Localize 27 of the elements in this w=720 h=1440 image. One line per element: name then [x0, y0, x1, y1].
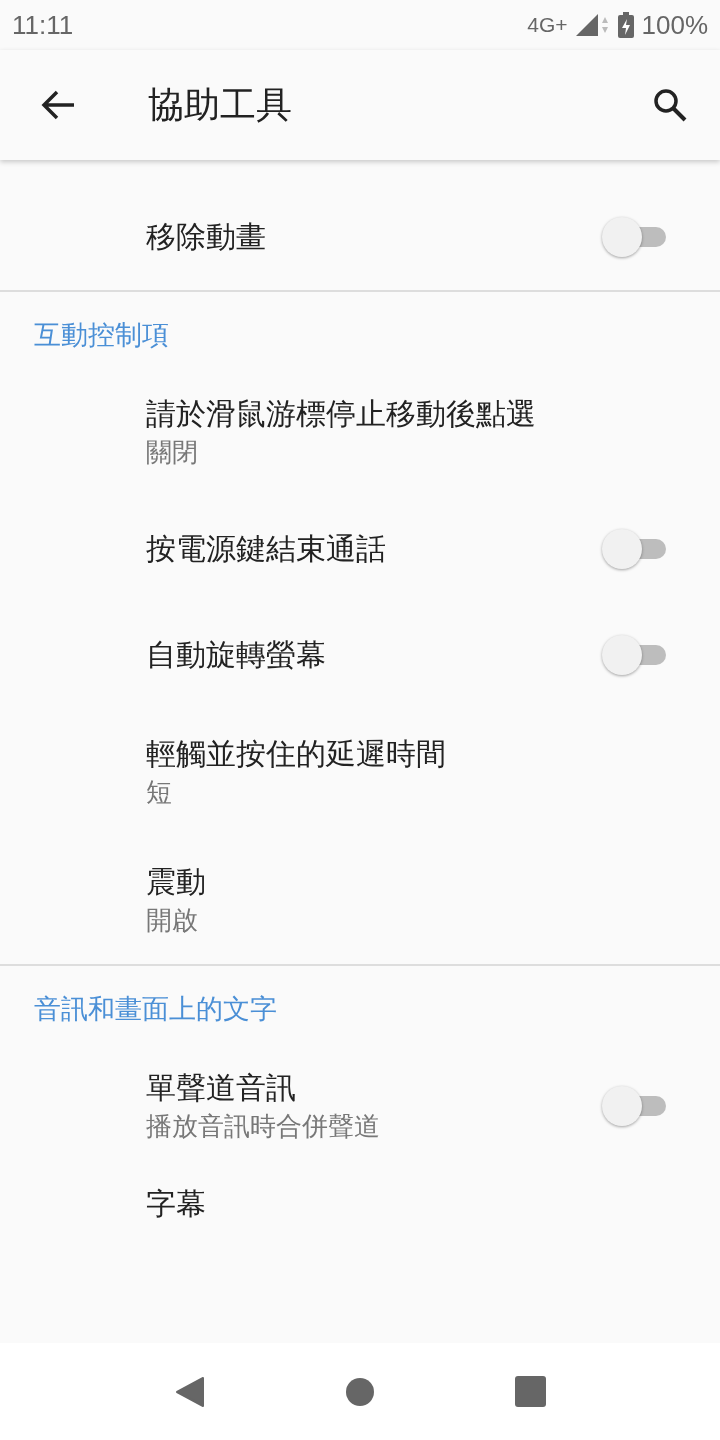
setting-title[interactable]: 自動旋轉螢幕 [146, 635, 602, 675]
toggle-switch[interactable] [602, 635, 666, 675]
home-nav-icon[interactable] [344, 1376, 375, 1407]
network-type: 4G+ [527, 13, 568, 37]
setting-title[interactable]: 單聲道音訊 [146, 1068, 602, 1108]
setting-summary: 短 [146, 776, 173, 809]
back-nav-icon[interactable] [174, 1375, 205, 1408]
section-header: 互動控制項 [33, 319, 170, 352]
setting-title[interactable]: 震動 [146, 862, 666, 902]
battery-percent: 100% [641, 9, 708, 41]
setting-title[interactable]: 輕觸並按住的延遲時間 [146, 734, 666, 774]
setting-title[interactable]: 請於滑鼠游標停止移動後點選 [146, 394, 666, 434]
setting-summary: 關閉 [146, 436, 199, 469]
section-header: 音訊和畫面上的文字 [33, 993, 278, 1026]
toggle-switch[interactable] [602, 217, 666, 257]
setting-summary: 播放音訊時合併聲道 [146, 1110, 381, 1143]
setting-summary: 開啟 [146, 904, 199, 937]
battery-icon [617, 12, 634, 38]
toggle-switch[interactable] [602, 1086, 666, 1126]
signal-icon [575, 14, 610, 36]
status-time: 11:11 [12, 9, 74, 41]
toggle-switch[interactable] [602, 529, 666, 569]
setting-title[interactable]: 移除動畫 [146, 217, 602, 257]
screen-title: 協助工具 [148, 82, 292, 127]
setting-title[interactable]: 字幕 [146, 1184, 666, 1224]
setting-title[interactable]: 按電源鍵結束通話 [146, 529, 602, 569]
recents-nav-icon[interactable] [514, 1376, 546, 1407]
